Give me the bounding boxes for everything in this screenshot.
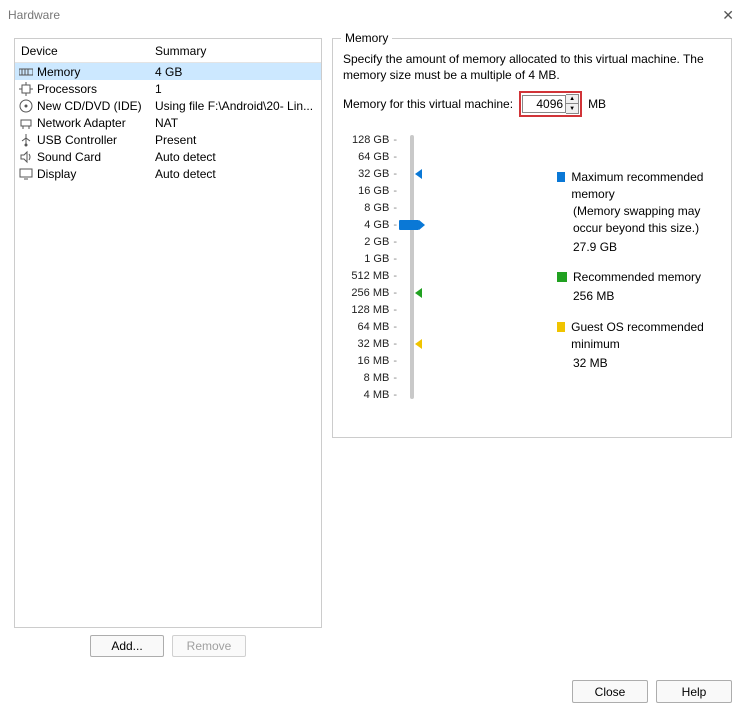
- device-summary: NAT: [149, 116, 321, 130]
- device-summary: Auto detect: [149, 167, 321, 181]
- device-name: Network Adapter: [37, 116, 126, 130]
- net-icon: [19, 116, 33, 130]
- table-row[interactable]: Sound Card Auto detect: [15, 148, 321, 165]
- titlebar: Hardware ✕: [0, 0, 746, 30]
- marker-max-icon: [415, 169, 422, 179]
- tick-label: 2 GB-: [343, 233, 397, 250]
- table-row[interactable]: Memory 4 GB: [15, 63, 321, 80]
- device-summary: 1: [149, 82, 321, 96]
- legend-max: Maximum recommended memory (Memory swapp…: [557, 169, 721, 255]
- device-name: New CD/DVD (IDE): [37, 99, 142, 113]
- memory-legend: Maximum recommended memory (Memory swapp…: [437, 131, 721, 403]
- device-summary: Using file F:\Android\20- Lin...: [149, 99, 321, 113]
- spinner-up-icon[interactable]: ▲: [566, 95, 578, 104]
- table-row[interactable]: New CD/DVD (IDE) Using file F:\Android\20…: [15, 97, 321, 114]
- tick-label: 8 MB-: [343, 369, 397, 386]
- header-device[interactable]: Device: [15, 44, 149, 58]
- tick-label: 128 GB-: [343, 131, 397, 148]
- memory-panel: Memory Specify the amount of memory allo…: [332, 38, 732, 438]
- tick-label: 64 MB-: [343, 318, 397, 335]
- device-name: USB Controller: [37, 133, 117, 147]
- device-summary: 4 GB: [149, 65, 321, 79]
- slider-thumb[interactable]: [399, 220, 419, 230]
- memory-icon: [19, 65, 33, 79]
- memory-spinner-buttons[interactable]: ▲ ▼: [566, 94, 579, 114]
- sound-icon: [19, 150, 33, 164]
- tick-label: 512 MB-: [343, 267, 397, 284]
- tick-label: 16 MB-: [343, 352, 397, 369]
- memory-input-label: Memory for this virtual machine:: [343, 97, 513, 111]
- legend-rec: Recommended memory 256 MB: [557, 269, 721, 305]
- window-title: Hardware: [8, 8, 60, 22]
- device-summary: Present: [149, 133, 321, 147]
- slider-track: [410, 135, 414, 399]
- group-label: Memory: [341, 31, 392, 45]
- table-row[interactable]: Display Auto detect: [15, 165, 321, 182]
- memory-slider[interactable]: [405, 131, 429, 403]
- help-button[interactable]: Help: [656, 680, 732, 703]
- tick-label: 1 GB-: [343, 250, 397, 267]
- close-icon[interactable]: ✕: [722, 7, 734, 24]
- square-blue-icon: [557, 172, 565, 182]
- table-header: Device Summary: [15, 39, 321, 63]
- table-row[interactable]: Network Adapter NAT: [15, 114, 321, 131]
- legend-min: Guest OS recommended minimum 32 MB: [557, 319, 721, 371]
- marker-min-icon: [415, 339, 422, 349]
- device-name: Memory: [37, 65, 80, 79]
- tick-label: 8 GB-: [343, 199, 397, 216]
- remove-button: Remove: [172, 635, 246, 657]
- tick-label: 32 MB-: [343, 335, 397, 352]
- device-name: Sound Card: [37, 150, 101, 164]
- tick-label: 4 MB-: [343, 386, 397, 403]
- memory-spinner-highlight: ▲ ▼: [519, 91, 582, 117]
- device-summary: Auto detect: [149, 150, 321, 164]
- disc-icon: [19, 99, 33, 113]
- device-table: Device Summary Memory4 GBProcessors1New …: [14, 38, 322, 628]
- tick-label: 4 GB-: [343, 216, 397, 233]
- table-row[interactable]: Processors 1: [15, 80, 321, 97]
- add-button[interactable]: Add...: [90, 635, 164, 657]
- header-summary[interactable]: Summary: [149, 44, 321, 58]
- table-row[interactable]: USB Controller Present: [15, 131, 321, 148]
- device-name: Display: [37, 167, 76, 181]
- marker-rec-icon: [415, 288, 422, 298]
- tick-label: 256 MB-: [343, 284, 397, 301]
- tick-label: 128 MB-: [343, 301, 397, 318]
- memory-unit: MB: [588, 97, 606, 111]
- tick-label: 16 GB-: [343, 182, 397, 199]
- memory-ticks: 128 GB-64 GB-32 GB-16 GB-8 GB-4 GB-2 GB-…: [343, 131, 397, 403]
- display-icon: [19, 167, 33, 181]
- memory-input[interactable]: [522, 95, 566, 113]
- spinner-down-icon[interactable]: ▼: [566, 104, 578, 113]
- memory-description: Specify the amount of memory allocated t…: [343, 51, 721, 83]
- tick-label: 32 GB-: [343, 165, 397, 182]
- square-yellow-icon: [557, 322, 565, 332]
- tick-label: 64 GB-: [343, 148, 397, 165]
- square-green-icon: [557, 272, 567, 282]
- close-button[interactable]: Close: [572, 680, 648, 703]
- device-name: Processors: [37, 82, 97, 96]
- usb-icon: [19, 133, 33, 147]
- cpu-icon: [19, 82, 33, 96]
